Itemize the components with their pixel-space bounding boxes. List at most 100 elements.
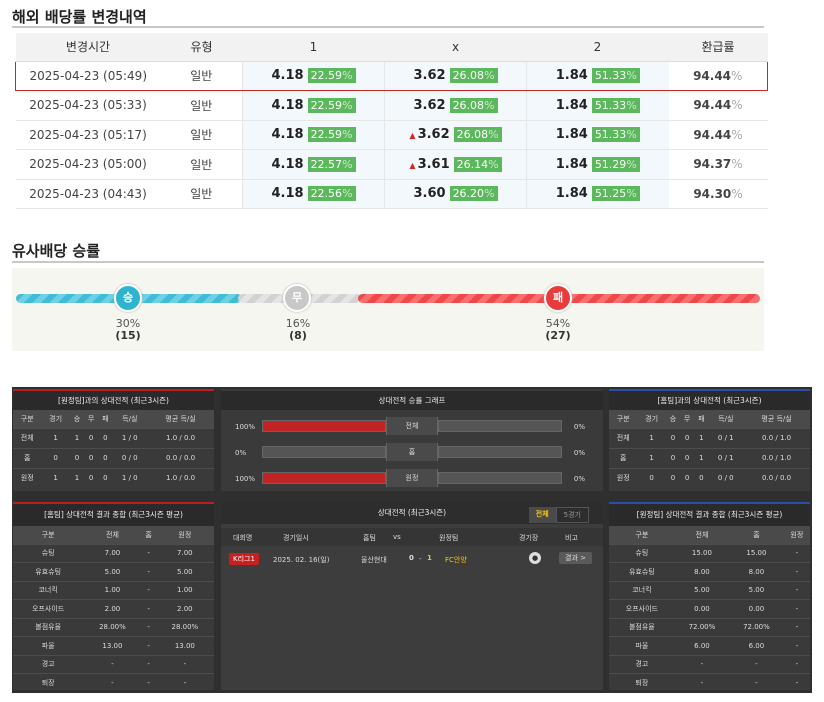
home-stats-panel: [홈팀] 상대전적 결과 종합 (최근3시즌 평균) 구분 전체 홈 원정 슈팅 7.00… <box>13 502 214 692</box>
graph-row: 100% 원정 0% <box>221 469 603 489</box>
table-row: 전체 1 0 0 1 0 / 1 0.0 / 1.0 <box>609 427 810 448</box>
prob-badge: 26.08% <box>449 97 498 113</box>
table-cell: 1.0 / 0.0 <box>147 467 214 488</box>
prob-unit: % <box>342 128 353 142</box>
table-cell: 6.00 <box>729 636 784 655</box>
table-cell: 0 <box>98 447 113 468</box>
graph-left-pct: 0% <box>235 449 247 457</box>
table-header-row: 구분 경기 승 무 패 득/실 평균 득/실 <box>13 410 214 428</box>
table-header: 홈팀 <box>363 534 376 542</box>
table-cell: 1 <box>637 447 666 468</box>
table-cell: 2.00 <box>83 599 142 618</box>
table-row: 경고 - - - <box>609 654 810 674</box>
table-cell: 0.0 / 1.0 <box>743 447 810 468</box>
prob-badge: 51.33% <box>591 127 640 143</box>
prob-unit: % <box>626 157 637 171</box>
col-draw: x <box>384 33 527 62</box>
table-header: 패 <box>694 410 709 428</box>
graph-left-pct: 100% <box>235 423 256 431</box>
table-cell: 6.00 <box>674 636 730 655</box>
table-row: 퇴장 - - - <box>609 673 810 692</box>
table-row: 퇴장 - - - <box>13 673 214 692</box>
tab-five-games[interactable]: 5경기 <box>555 507 589 523</box>
graph-track <box>438 420 562 432</box>
table-cell: - <box>674 673 730 692</box>
odds-cell: 3.62 26.08% <box>384 90 527 121</box>
table-cell: 0 / 1 <box>708 427 744 448</box>
table-cell: - <box>141 599 156 618</box>
odds-cell: 1.84 51.25% <box>526 179 669 209</box>
prob-value: 26.20 <box>452 187 485 201</box>
prob-value: 51.33 <box>594 128 627 142</box>
odds-value: 4.18 <box>271 127 304 143</box>
away-record-table: 구분 경기 승 무 패 득/실 평균 득/실 전체 1 1 0 0 1 / 0 1.0 / 0.0 홈 0 0 0… <box>13 410 214 488</box>
match-row: K리그1 2025. 02. 16(일) 울산현대 0 - 1 FC안양 ● 결… <box>221 548 603 570</box>
odds-value: 1.84 <box>555 68 588 84</box>
prob-badge: 26.08% <box>449 68 498 84</box>
table-header-row: 구분 경기 승 무 패 득/실 평균 득/실 <box>609 410 810 428</box>
graph-track <box>438 446 562 458</box>
odds-cell: 1.84 51.33% <box>526 120 669 150</box>
odds-cell: 4.18 22.59% <box>242 120 385 150</box>
table-cell: 1.0 / 0.0 <box>147 427 214 448</box>
graph-fill <box>263 473 385 483</box>
prob-badge: 26.14% <box>453 156 502 172</box>
table-cell: 0 / 0 <box>708 467 744 488</box>
table-row: 원정 0 0 0 0 0 / 0 0.0 / 0.0 <box>609 467 810 488</box>
table-cell: 8.00 <box>674 562 730 581</box>
table-cell: - <box>141 654 156 674</box>
change-time: 2025-04-23 (05:17) <box>15 120 161 150</box>
graph-label: 전체 <box>386 417 438 435</box>
match-tabs: 전체 5경기 <box>528 507 589 523</box>
table-cell: 1 <box>694 447 709 468</box>
table-cell: 유효슈팅 <box>13 562 84 581</box>
table-cell: 코너킥 <box>13 580 84 600</box>
prob-value: 51.29 <box>594 157 627 171</box>
table-cell: 홈 <box>13 447 42 468</box>
table-cell: - <box>729 654 784 674</box>
table-cell: 유효슈팅 <box>609 562 675 581</box>
odds-value: 3.62 <box>413 97 446 113</box>
graph-row: 0% 홈 0% <box>221 443 603 463</box>
section-divider <box>12 26 764 28</box>
table-cell: - <box>141 636 156 655</box>
prob-unit: % <box>488 157 499 171</box>
table-header: 득/실 <box>112 410 148 428</box>
prob-value: 26.08 <box>452 98 485 112</box>
table-cell: 0.0 / 0.0 <box>743 467 810 488</box>
table-cell: 퇴장 <box>13 673 84 692</box>
record-graph-panel: 상대전적 승률 그래프 100% 전체 0% 0% 홈 0% 100% 원정 0% <box>221 389 603 491</box>
table-header-row: 변경시간 유형 1 x 2 환급률 <box>15 33 768 62</box>
table-header: 전체 <box>674 526 730 544</box>
table-cell: - <box>783 617 810 637</box>
table-row: 파울 6.00 6.00- <box>609 636 810 655</box>
home-record-title: [홈팀]과의 상대전적 (최근3시즌) <box>609 391 810 410</box>
table-cell: 0 <box>69 447 85 468</box>
odds-cell: 3.62 26.08% <box>384 60 527 91</box>
table-header: 홈 <box>141 526 156 544</box>
table-header: 경기일시 <box>283 534 309 542</box>
table-cell: 0 / 0 <box>112 447 148 468</box>
prob-unit: % <box>342 98 353 112</box>
refund-value: 94.37 <box>693 157 732 172</box>
table-cell: - <box>141 580 156 600</box>
prob-unit: % <box>626 69 637 83</box>
tab-all[interactable]: 전체 <box>528 507 556 523</box>
prob-value: 22.56 <box>310 187 343 201</box>
match-date: 2025. 02. 16(일) <box>273 556 330 564</box>
graph-track <box>438 472 562 484</box>
graph-right-pct: 0% <box>573 449 585 457</box>
refund-unit: % <box>731 157 743 172</box>
table-cell: - <box>141 617 156 637</box>
table-cell: 1 <box>69 427 85 448</box>
table-cell: 홈 <box>609 447 638 468</box>
prob-badge: 26.20% <box>449 186 498 202</box>
table-cell: 1 / 0 <box>112 427 148 448</box>
prob-value: 26.08 <box>456 128 489 142</box>
win-stat: 30% (15) <box>98 318 158 342</box>
table-cell: 1.00 <box>83 580 142 600</box>
away-record-title: [원정팀]과의 상대전적 (최근3시즌) <box>13 391 214 410</box>
table-cell: 0 <box>665 467 681 488</box>
away-record-panel: [원정팀]과의 상대전적 (최근3시즌) 구분 경기 승 무 패 득/실 평균 득/실 전체 1… <box>13 389 214 491</box>
result-button[interactable]: 결과 > <box>559 552 592 564</box>
